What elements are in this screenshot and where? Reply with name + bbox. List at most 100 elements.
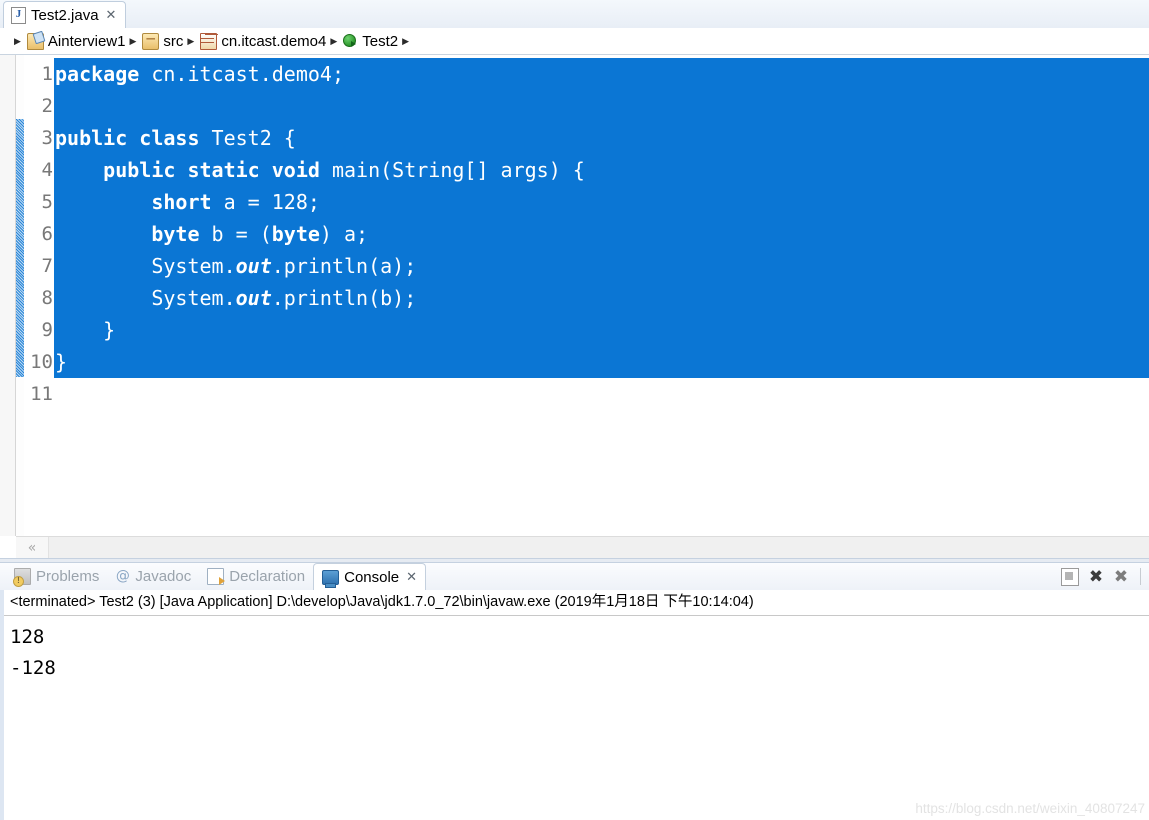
line-number: 6 [41,223,53,245]
line-number: 7 [41,255,53,277]
remove-launch-icon[interactable]: ✖ [1088,568,1104,585]
tab-label: Problems [36,568,100,585]
breadcrumb-label: Test2 [362,32,399,50]
console-view: Problems @ Javadoc Declaration Console ✕… [0,563,1149,820]
code-line[interactable]: package cn.itcast.demo4; [54,58,1149,90]
javadoc-icon: @ [115,568,130,584]
breadcrumb-arrow-icon: ▶ [14,35,21,46]
code-token: cn.itcast.demo4; [139,62,344,86]
code-token: } [55,350,68,374]
line-number: 3 [41,127,53,149]
code-text-area[interactable]: package cn.itcast.demo4; public class Te… [54,55,1149,536]
line-number: 2 [41,95,53,117]
tab-problems[interactable]: Problems [6,563,107,590]
console-output: 128 -128 [4,616,1149,684]
code-line[interactable]: short a = 128; [54,186,1149,218]
breadcrumb: ▶ Ainterview1 ▶ src ▶ cn.itcast.demo4 ▶ … [0,28,1149,55]
tab-label: Javadoc [135,568,192,585]
console-output-line: 128 [10,626,45,648]
code-token: short [151,190,212,214]
code-token: Test2 { [199,126,296,150]
breadcrumb-arrow-icon: ▶ [129,35,137,46]
tab-label: Console [344,568,400,586]
scroll-left-icon[interactable]: « [16,537,49,559]
editor-horizontal-scrollbar[interactable]: « [16,536,1149,559]
breadcrumb-item-src[interactable]: src [142,32,184,50]
code-line[interactable]: public static void main(String[] args) { [54,154,1149,186]
code-line[interactable] [54,90,1149,122]
code-token: System. [55,254,236,278]
terminate-icon[interactable] [1061,567,1079,586]
line-number: 10 [30,351,53,373]
code-line[interactable]: System.out.println(b); [54,282,1149,314]
console-output-line: -128 [10,657,56,679]
code-token: out [235,286,272,310]
breadcrumb-arrow-icon: ▶ [402,35,410,46]
annotation-ruler[interactable] [0,55,16,536]
watermark-text: https://blog.csdn.net/weixin_40807247 [915,801,1145,816]
console-toolbar: ✖ ✖ [1061,563,1147,590]
line-number-gutter: 1 2 3 4 5 6 7 8 9 10 11 [24,55,54,536]
code-token: .println(b); [271,286,417,310]
java-editor-window: Test2.java ✕ ▶ Ainterview1 ▶ src ▶ cn.it… [0,0,1149,559]
tab-javadoc[interactable]: @ Javadoc [107,563,199,590]
close-icon[interactable]: ✕ [106,9,117,22]
folding-ruler[interactable] [16,55,24,536]
code-token: byte [151,222,200,246]
close-icon[interactable]: ✕ [406,571,417,584]
code-line[interactable]: public class Test2 { [54,122,1149,154]
tab-console[interactable]: Console ✕ [313,563,427,590]
line-number: 1 [41,63,53,85]
console-tab-strip: Problems @ Javadoc Declaration Console ✕… [0,563,1149,590]
console-content[interactable]: <terminated> Test2 (3) [Java Application… [0,590,1149,820]
declaration-icon [207,568,226,585]
package-icon [200,32,218,50]
line-number: 4 [41,159,53,181]
code-line[interactable]: } [54,346,1149,378]
code-token: out [235,254,272,278]
breadcrumb-label: src [163,32,184,50]
project-icon [26,32,44,50]
source-folder-icon [142,32,160,50]
editor-tab-strip: Test2.java ✕ [0,0,1149,29]
code-token: ) a; [319,222,369,246]
code-token: byte [271,222,320,246]
editor-body: 1 2 3 4 5 6 7 8 9 10 11 package cn.itcast.demo4; p… [0,55,1149,559]
code-token: System. [55,286,236,310]
code-token: package [55,62,140,86]
breadcrumb-arrow-icon: ▶ [330,35,338,46]
editor-tab-label: Test2.java [31,6,99,24]
line-number: 11 [30,383,53,405]
fold-range-indicator [16,119,24,377]
breadcrumb-label: cn.itcast.demo4 [221,32,327,50]
problems-icon [13,568,31,587]
java-file-icon [11,6,26,24]
code-token: .println(a); [271,254,417,278]
java-class-icon [343,33,358,49]
breadcrumb-label: Ainterview1 [47,32,126,50]
code-line[interactable]: } [54,314,1149,346]
remove-all-terminated-icon[interactable]: ✖ [1113,568,1129,585]
breadcrumb-arrow-icon: ▶ [187,35,195,46]
tab-declaration[interactable]: Declaration [199,563,313,590]
editor-tab-test2-java[interactable]: Test2.java ✕ [3,1,127,28]
code-token: b = ( [199,222,272,246]
code-token: public static void [103,158,320,182]
toolbar-divider [1140,568,1141,585]
console-icon [322,569,340,588]
code-line[interactable]: byte b = (byte) a; [54,218,1149,250]
breadcrumb-item-class[interactable]: Test2 [343,33,398,50]
breadcrumb-item-package[interactable]: cn.itcast.demo4 [200,32,327,50]
console-process-header: <terminated> Test2 (3) [Java Application… [4,590,1149,616]
line-number: 5 [41,191,53,213]
breadcrumb-item-project[interactable]: Ainterview1 [26,32,126,50]
line-number: 9 [41,319,53,341]
code-line[interactable] [54,378,1149,410]
code-token: public class [55,126,200,150]
line-number: 8 [41,287,53,309]
code-token: main(String[] args) { [319,158,585,182]
code-line[interactable]: System.out.println(a); [54,250,1149,282]
